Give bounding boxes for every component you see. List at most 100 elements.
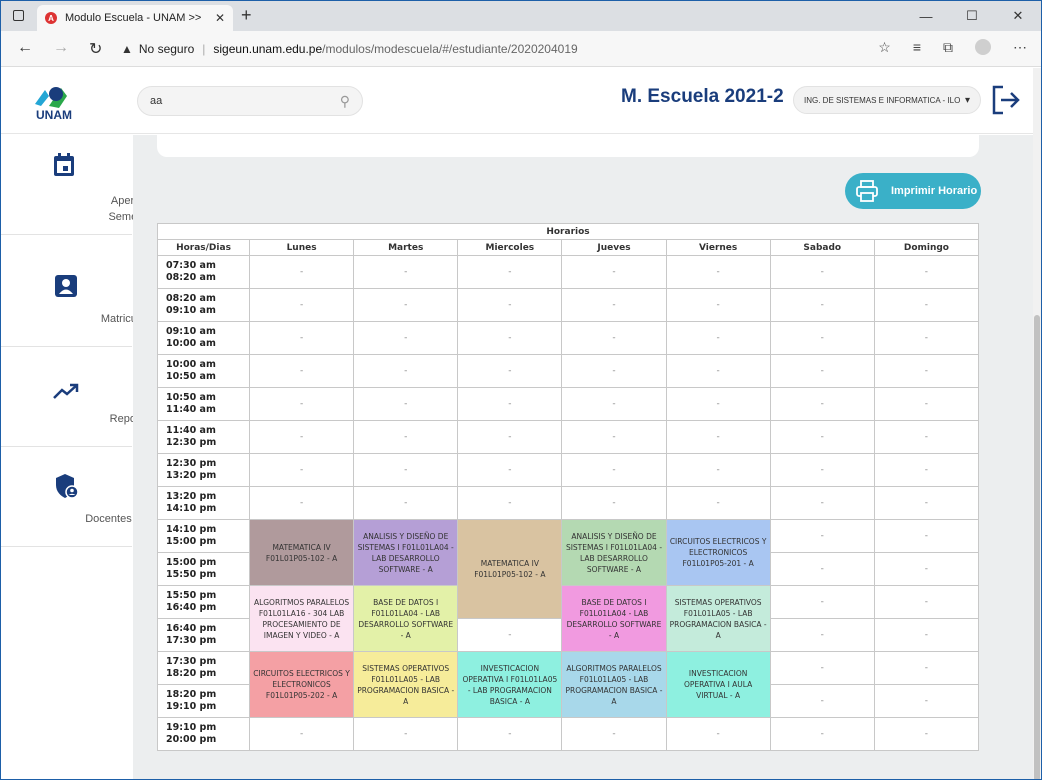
hour-cell: 13:20 pm 14:10 pm <box>157 486 250 520</box>
hour-end: 08:20 am <box>166 272 216 283</box>
hour-cell: 12:30 pm 13:20 pm <box>157 453 250 487</box>
empty-cell: - <box>353 255 459 289</box>
top-card <box>157 135 979 157</box>
unam-logo[interactable]: UNAM <box>31 82 77 122</box>
empty-cell: - <box>873 420 980 454</box>
hour-end: 20:00 pm <box>166 734 217 745</box>
sidebar-item-reportes[interactable]: Reportes <box>1 347 154 447</box>
url-separator: | <box>202 42 206 56</box>
refresh-icon[interactable]: ↻ <box>89 39 102 59</box>
new-tab-icon[interactable]: + <box>241 5 252 26</box>
empty-cell: - <box>873 486 980 520</box>
course-cell: SISTEMAS OPERATIVOS F01L01LA05 - LAB PRO… <box>665 585 771 652</box>
table-row: 07:30 am 08:20 am - - - - - - - <box>157 255 980 289</box>
hour-end: 15:00 pm <box>166 536 217 547</box>
minimize-icon[interactable]: — <box>903 1 949 31</box>
close-window-icon[interactable]: ✕ <box>995 1 1041 31</box>
table-row: 10:00 am 10:50 am - - - - - - - <box>157 354 980 388</box>
search-icon[interactable]: ⚲ <box>340 93 350 110</box>
forward-icon[interactable]: → <box>53 39 69 57</box>
favorites-list-icon[interactable]: ≡ <box>913 39 921 56</box>
table-row: 15:50 pm 16:40 pm ALGORITMOS PARALELOS F01… <box>157 585 980 652</box>
hour-start: 15:50 pm <box>166 590 217 601</box>
course-cell: INVESTICACION OPERATIVA I F01L01LA05 - L… <box>457 651 563 718</box>
hour-end: 16:40 pm <box>166 602 217 613</box>
main-content: Imprimir Horario Horarios Horas/Dias Lune… <box>133 135 1033 779</box>
sidebar-item-docentes[interactable]: Docentes R.R.H.H. <box>1 447 179 547</box>
logout-icon[interactable] <box>991 84 1021 116</box>
url-host: sigeun.unam.edu.pe <box>213 42 323 56</box>
favorite-star-icon[interactable]: ☆ <box>878 39 891 56</box>
empty-cell: - <box>769 288 875 322</box>
browser-tab[interactable]: A Modulo Escuela - UNAM >> ✕ <box>37 5 233 31</box>
address-bar-row: ← → ↻ ▲ No seguro | sigeun.unam.edu.pe /… <box>1 31 1041 67</box>
empty-cell: - <box>665 420 771 454</box>
empty-cell: - <box>457 486 563 520</box>
empty-cell: - <box>873 255 980 289</box>
empty-cell: - <box>353 453 459 487</box>
print-schedule-button[interactable]: Imprimir Horario <box>845 173 981 209</box>
table-row: 19:10 pm 20:00 pm - - - - - - - <box>157 717 980 751</box>
back-icon[interactable]: ← <box>17 39 33 57</box>
hour-start: 16:40 pm <box>166 623 217 634</box>
window-menu-icon[interactable] <box>13 10 24 21</box>
empty-cell: - <box>769 420 875 454</box>
url-field[interactable]: ▲ No seguro | sigeun.unam.edu.pe /modulo… <box>121 36 1001 62</box>
hour-start: 13:20 pm <box>166 491 217 502</box>
empty-cell: - <box>248 354 355 388</box>
empty-cell: - <box>873 387 980 421</box>
course-cell: MATEMATICA IV F01L01P05-102 - A <box>457 519 563 619</box>
column-header: Miercoles <box>457 239 563 256</box>
empty-cell: - <box>665 486 771 520</box>
empty-cell: - <box>561 387 667 421</box>
column-header: Jueves <box>561 239 667 256</box>
search-input[interactable] <box>150 95 340 107</box>
empty-cell: - <box>665 321 771 355</box>
course-cell: BASE DE DATOS I F01L01LA04 - LAB DESARRO… <box>561 585 667 652</box>
empty-cell: - <box>353 486 459 520</box>
hour-cell: 18:20 pm 19:10 pm <box>157 684 250 718</box>
empty-cell: - <box>873 354 980 388</box>
scrollbar-thumb[interactable] <box>1034 315 1040 779</box>
profile-avatar[interactable] <box>975 39 991 55</box>
empty-cell: - <box>769 453 875 487</box>
empty-cell: - <box>873 321 980 355</box>
empty-cell: - <box>248 255 355 289</box>
column-header: Lunes <box>248 239 355 256</box>
empty-cell: - <box>873 552 980 586</box>
empty-cell: - <box>769 519 875 553</box>
empty-cell: - <box>665 717 771 751</box>
angular-favicon-icon: A <box>45 12 57 24</box>
maximize-icon[interactable]: ☐ <box>949 1 995 31</box>
empty-cell: - <box>561 453 667 487</box>
table-row: 13:20 pm 14:10 pm - - - - - - - <box>157 486 980 520</box>
hour-end: 11:40 am <box>166 404 216 415</box>
hour-start: 18:20 pm <box>166 689 217 700</box>
empty-cell: - <box>457 321 563 355</box>
school-select[interactable]: ING. DE SISTEMAS E INFORMATICA - ILO ▾ <box>793 86 981 114</box>
course-cell: MATEMATICA IV F01L01P05-102 - A <box>248 519 355 586</box>
chevron-down-icon: ▾ <box>964 94 970 106</box>
empty-cell: - <box>248 420 355 454</box>
empty-cell: - <box>665 255 771 289</box>
empty-cell: - <box>561 321 667 355</box>
empty-cell: - <box>457 420 563 454</box>
more-options-icon[interactable]: ⋯ <box>1013 39 1027 56</box>
collections-icon[interactable]: ⧉ <box>943 39 953 56</box>
empty-cell: - <box>769 552 875 586</box>
empty-cell: - <box>248 453 355 487</box>
table-row: 09:10 am 10:00 am - - - - - - - <box>157 321 980 355</box>
search-box[interactable]: ⚲ <box>137 86 363 116</box>
empty-cell: - <box>561 420 667 454</box>
table-row: 08:20 am 09:10 am - - - - - - - <box>157 288 980 322</box>
hour-cell: 14:10 pm 15:00 pm <box>157 519 250 553</box>
tab-title: Modulo Escuela - UNAM >> <box>65 12 202 24</box>
empty-cell: - <box>353 288 459 322</box>
sidebar-item-apertura[interactable]: Apertura Semestre <box>1 135 156 235</box>
sidebar-item-matriculados[interactable]: Matriculados <box>1 247 163 347</box>
empty-cell: - <box>561 354 667 388</box>
empty-cell: - <box>665 387 771 421</box>
column-header: Domingo <box>873 239 980 256</box>
empty-cell: - <box>353 321 459 355</box>
close-tab-icon[interactable]: ✕ <box>215 11 225 25</box>
